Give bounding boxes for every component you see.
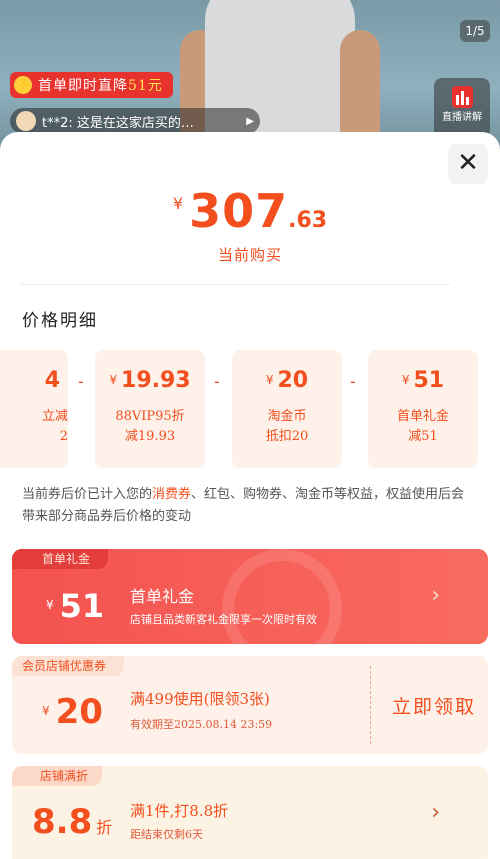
commenter-avatar [16,111,36,131]
price-integer: 307 [189,184,289,238]
breakdown-amount: 51 [413,368,445,393]
breakdown-label: 88VIP95折 [115,409,185,424]
section-title: 价格明细 [22,311,98,331]
coupon-value: 8.8 [32,802,93,842]
currency-symbol: ¥ [42,704,50,718]
coupon-tag: 首单礼金 [12,549,109,569]
live-explain-button[interactable]: 直播讲解 [434,78,490,138]
breakdown-amount: 20 [277,368,309,393]
coupon-title: 满499使用(限领3张) [130,690,270,708]
price-decimal: .63 [288,208,328,233]
comment-text: t**2: 这是在这家店买的… [42,115,194,131]
price-breakdown[interactable]: 4 立减 2 - ¥19.93 88VIP95折 减19.93 - ¥20 淘金… [0,350,500,468]
currency-symbol: ¥ [172,194,184,213]
coupon-tag: 店铺满折 [12,766,103,786]
coupon-tag: 会员店铺优惠券 [12,656,125,676]
current-price: ¥307.63 [0,184,500,238]
breakdown-sublabel: 减51 [408,429,438,444]
member-store-coupon: 会员店铺优惠券 ¥20 满499使用(限领3张) 有效期至2025.08.14 … [12,656,488,754]
note-text: 当前券后价已计入您的 [22,487,153,502]
breakdown-card-instant: 4 立减 2 [0,350,68,468]
minus-sign: - [214,372,220,391]
breakdown-label: 立减 [41,409,68,424]
coupon-desc: 距结束仅剩6天 [130,828,203,841]
close-button[interactable]: ✕ [448,144,488,184]
breakdown-card-first-order: ¥51 首单礼金 减51 [368,350,478,468]
bar-chart-icon [451,86,473,108]
breakdown-sublabel: 抵扣20 [265,429,309,444]
live-comment[interactable]: t**2: 这是在这家店买的… ▶ [10,108,260,134]
breakdown-amount: 19.93 [121,368,191,393]
promo-tag-prefix: 首单即时直降 [38,78,128,94]
breakdown-label: 首单礼金 [396,409,449,424]
divider [20,284,450,285]
minus-sign: - [350,372,356,391]
lightning-icon: ⚡ [14,76,32,94]
coupon-divider [370,666,371,744]
claim-button[interactable]: 立即领取 [392,692,476,719]
yen-watermark [222,549,342,644]
coupon-title: 满1件,打8.8折 [130,802,229,820]
price-note: 当前券后价已计入您的消费券、红包、购物券、淘金币等权益，权益使用后会带来部分商品… [22,484,472,528]
discount-unit: 折 [96,818,113,837]
breakdown-card-coins: ¥20 淘金币 抵扣20 [232,350,342,468]
promo-tag-amount: 51元 [128,78,163,94]
coupon-amount: 8.8 折 [32,802,112,842]
price-label: 当前购买 [217,246,282,264]
currency-symbol: ¥ [46,598,54,612]
breakdown-amount: 4 [44,368,60,393]
coupon-amount: ¥20 [42,692,103,732]
coupon-value: 20 [55,692,103,732]
coupon-amount: ¥51 [46,587,104,625]
breakdown-sublabel: 减19.93 [124,429,176,444]
breakdown-sublabel: 2 [59,429,68,444]
chevron-right-icon: › [431,583,440,608]
first-order-promo-tag[interactable]: ⚡ 首单即时直降 51元 [10,72,173,98]
page-indicator: 1/5 [460,20,490,42]
play-icon: ▶ [246,115,254,127]
chevron-right-icon: › [431,800,440,825]
first-order-coupon[interactable]: 首单礼金 ¥51 首单礼金 店铺且品类新客礼金限享一次限时有效 › [12,549,488,644]
minus-sign: - [78,372,84,391]
coupon-desc: 店铺且品类新客礼金限享一次限时有效 [130,613,317,626]
coupon-value: 51 [59,587,105,625]
note-highlight[interactable]: 消费券 [152,487,191,502]
store-discount-coupon[interactable]: 店铺满折 8.8 折 满1件,打8.8折 距结束仅剩6天 › [12,766,488,859]
breakdown-card-88vip: ¥19.93 88VIP95折 减19.93 [95,350,205,468]
coupon-desc: 有效期至2025.08.14 23:59 [130,718,273,731]
live-explain-label: 直播讲解 [442,112,482,123]
price-detail-sheet: ✕ ¥307.63 当前购买 价格明细 4 立减 2 - ¥19.93 88VI… [0,132,500,859]
breakdown-label: 淘金币 [267,409,307,424]
coupon-title: 首单礼金 [130,587,195,606]
